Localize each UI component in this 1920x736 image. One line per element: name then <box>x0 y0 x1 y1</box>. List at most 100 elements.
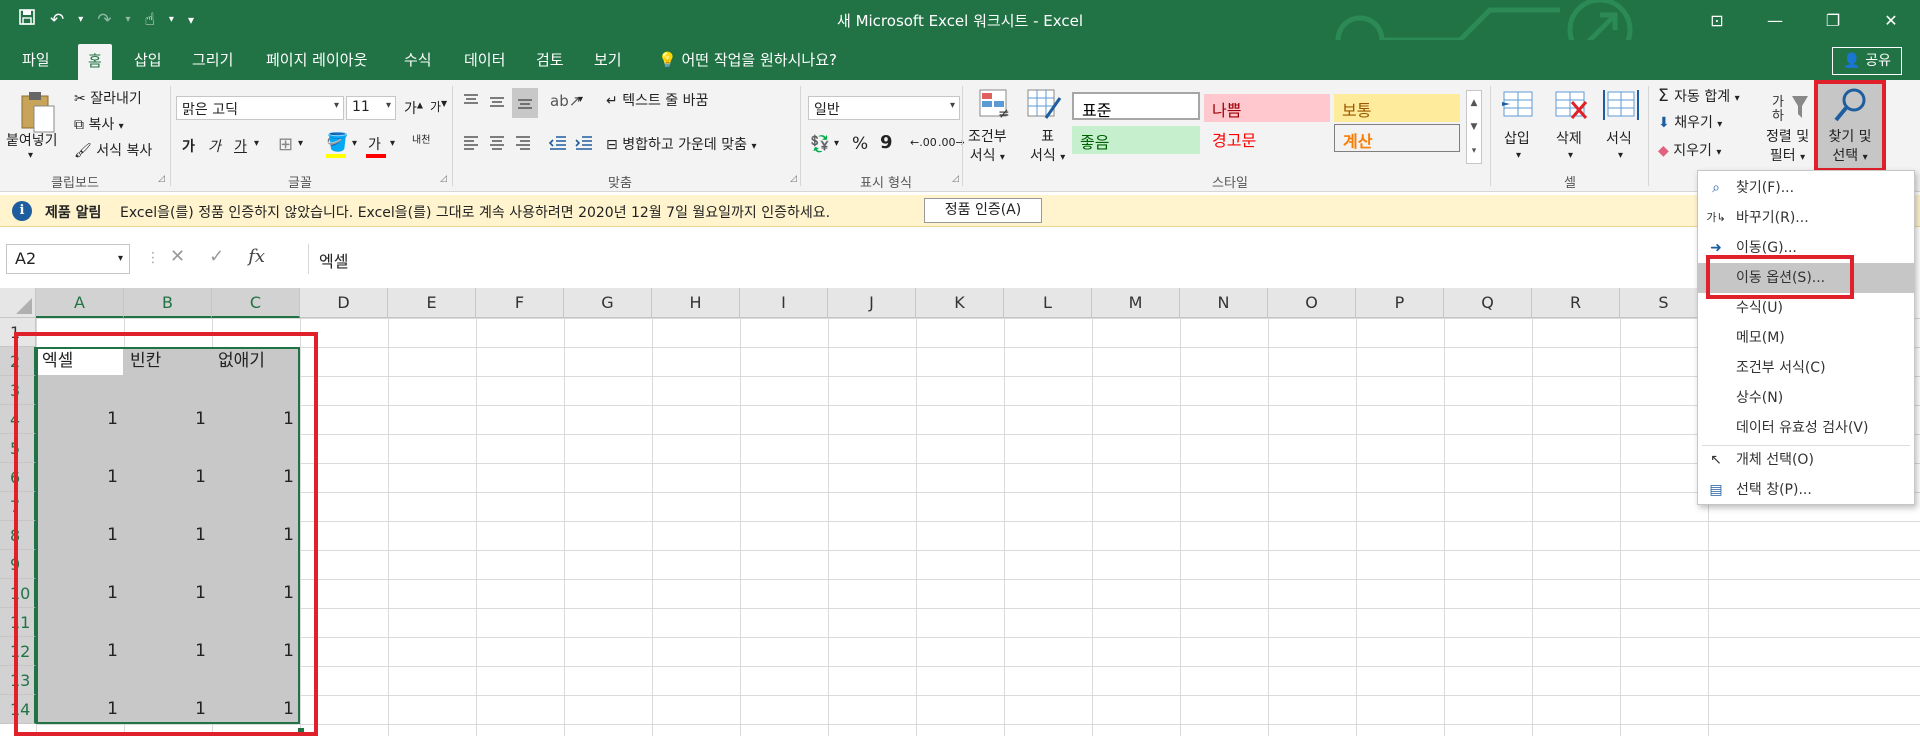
clear-button[interactable]: ◆ 지우기 ▾ <box>1658 140 1721 160</box>
orientation-icon[interactable]: ab↗ <box>550 92 581 110</box>
delete-cells-icon[interactable] <box>1552 88 1590 128</box>
fill-dropdown-icon[interactable]: ▾ <box>352 138 357 149</box>
delete-cells-button[interactable]: 삭제 <box>1556 128 1582 148</box>
tab-draw[interactable]: 그리기 <box>182 40 243 80</box>
menu-item-constants[interactable]: 상수(N) <box>1698 383 1914 413</box>
align-center-icon[interactable] <box>488 134 506 156</box>
style-good[interactable]: 좋음 <box>1072 126 1200 154</box>
column-header-n[interactable]: N <box>1180 288 1268 318</box>
column-header-p[interactable]: P <box>1356 288 1444 318</box>
column-header-h[interactable]: H <box>652 288 740 318</box>
font-launcher-icon[interactable]: ◿ <box>440 174 447 184</box>
align-left-icon[interactable] <box>462 134 480 156</box>
minimize-icon[interactable]: — <box>1746 0 1804 40</box>
cut-button[interactable]: ✂ 잘라내기 <box>74 88 142 108</box>
tell-me-box[interactable]: 💡 어떤 작업을 원하시나요? <box>648 40 847 80</box>
underline-dropdown-icon[interactable]: ▾ <box>254 138 259 149</box>
font-color-dropdown-icon[interactable]: ▾ <box>390 138 395 149</box>
tab-insert[interactable]: 삽입 <box>124 40 172 80</box>
tab-home[interactable]: 홈 <box>78 44 112 80</box>
number-launcher-icon[interactable]: ◿ <box>952 174 959 184</box>
ribbon-display-icon[interactable]: ⊡ <box>1688 0 1746 40</box>
font-name-combo[interactable]: 맑은 고딕 ▾ <box>176 96 344 120</box>
comma-style-button[interactable]: 9 <box>880 132 893 153</box>
menu-item-find[interactable]: ⌕ 찾기(F)... <box>1698 173 1914 203</box>
select-all-button[interactable] <box>0 288 36 318</box>
column-header-k[interactable]: K <box>916 288 1004 318</box>
column-header-c[interactable]: C <box>212 288 300 318</box>
column-header-m[interactable]: M <box>1092 288 1180 318</box>
column-header-j[interactable]: J <box>828 288 916 318</box>
autosum-button[interactable]: Σ 자동 합계 ▾ <box>1658 86 1740 106</box>
tab-file[interactable]: 파일 <box>12 40 60 80</box>
border-dropdown-icon[interactable]: ▾ <box>298 138 303 149</box>
border-icon[interactable]: ⊞ <box>278 134 293 155</box>
insert-function-icon[interactable]: fx <box>248 246 265 267</box>
share-button[interactable]: 👤 공유 <box>1832 47 1902 75</box>
decrease-decimal-button[interactable]: .00→ <box>938 136 965 149</box>
copy-button[interactable]: ⧉ 복사 ▾ <box>74 114 124 134</box>
menu-item-replace[interactable]: 가↳ 바꾸기(R)... <box>1698 203 1914 233</box>
format-cells-button[interactable]: 서식 <box>1606 128 1632 148</box>
grow-font-button[interactable]: 가▲ <box>404 98 423 118</box>
tab-data[interactable]: 데이터 <box>454 40 515 80</box>
align-bottom-icon[interactable] <box>512 88 538 118</box>
insert-cells-icon[interactable] <box>1500 88 1538 128</box>
sort-filter-icon[interactable]: 가하 <box>1770 90 1810 128</box>
align-right-icon[interactable] <box>514 134 532 156</box>
format-painter-button[interactable]: 🖌 서식 복사 <box>74 140 152 160</box>
style-calculation[interactable]: 계산 <box>1334 124 1460 152</box>
italic-button[interactable]: 가 <box>208 136 221 156</box>
menu-item-select-objects[interactable]: ↖ 개체 선택(O) <box>1698 445 1914 475</box>
activate-button[interactable]: 정품 인증(A) <box>924 198 1042 223</box>
style-normal[interactable]: 표준 <box>1072 92 1200 120</box>
column-header-e[interactable]: E <box>388 288 476 318</box>
cancel-entry-icon[interactable]: ✕ <box>170 246 185 267</box>
sort-filter-button[interactable]: 정렬 및 필터 ▾ <box>1766 128 1809 167</box>
format-dropdown-icon[interactable]: ▾ <box>1618 150 1623 161</box>
increase-indent-icon[interactable] <box>574 134 594 156</box>
bold-button[interactable]: 가 <box>182 136 195 156</box>
conditional-formatting-icon[interactable]: ≠ <box>978 88 1012 126</box>
decrease-indent-icon[interactable] <box>548 134 568 156</box>
orientation-dropdown-icon[interactable]: ▾ <box>578 94 583 105</box>
style-bad[interactable]: 나쁨 <box>1204 94 1330 122</box>
paste-button[interactable]: 붙여넣기 <box>6 130 58 150</box>
fill-button[interactable]: ⬇ 채우기 ▾ <box>1658 112 1722 132</box>
underline-button[interactable]: 가 <box>234 136 247 156</box>
format-cells-icon[interactable] <box>1602 88 1640 128</box>
format-as-table-icon[interactable] <box>1026 88 1062 126</box>
alignment-launcher-icon[interactable]: ◿ <box>790 174 797 184</box>
align-middle-icon[interactable] <box>488 92 506 114</box>
accounting-format-icon[interactable]: 💱 <box>810 134 830 153</box>
delete-dropdown-icon[interactable]: ▾ <box>1568 150 1573 161</box>
column-header-s[interactable]: S <box>1620 288 1708 318</box>
confirm-entry-icon[interactable]: ✓ <box>209 246 224 267</box>
style-neutral[interactable]: 보통 <box>1334 94 1460 122</box>
tab-formulas[interactable]: 수식 <box>394 40 442 80</box>
menu-item-comments[interactable]: 메모(M) <box>1698 323 1914 353</box>
menu-item-selection-pane[interactable]: ▤ 선택 창(P)... <box>1698 475 1914 505</box>
column-header-d[interactable]: D <box>300 288 388 318</box>
column-header-i[interactable]: I <box>740 288 828 318</box>
column-header-f[interactable]: F <box>476 288 564 318</box>
formula-input[interactable]: 엑셀 <box>308 244 1708 274</box>
percent-button[interactable]: % <box>852 134 868 154</box>
name-box[interactable]: A2 ▾ <box>6 244 130 274</box>
format-as-table-button[interactable]: 표 서식 ▾ <box>1030 128 1065 167</box>
column-header-l[interactable]: L <box>1004 288 1092 318</box>
menu-item-conditional-formatting[interactable]: 조건부 서식(C) <box>1698 353 1914 383</box>
increase-decimal-button[interactable]: ←.00 <box>910 136 937 149</box>
number-format-combo[interactable]: 일반 ▾ <box>808 96 960 120</box>
phonetic-guide-button[interactable]: 내천 <box>412 136 430 146</box>
column-header-b[interactable]: B <box>124 288 212 318</box>
restore-icon[interactable]: ❐ <box>1804 0 1862 40</box>
style-warning[interactable]: 경고문 <box>1204 124 1330 152</box>
shrink-font-button[interactable]: 가▼ <box>430 98 447 115</box>
styles-gallery-scroll[interactable]: ▲ ▼ ▾ <box>1466 90 1482 164</box>
column-header-a[interactable]: A <box>36 288 124 318</box>
accounting-dropdown-icon[interactable]: ▾ <box>834 138 839 149</box>
align-top-icon[interactable] <box>462 92 480 114</box>
column-header-q[interactable]: Q <box>1444 288 1532 318</box>
clipboard-launcher-icon[interactable]: ◿ <box>158 174 165 184</box>
